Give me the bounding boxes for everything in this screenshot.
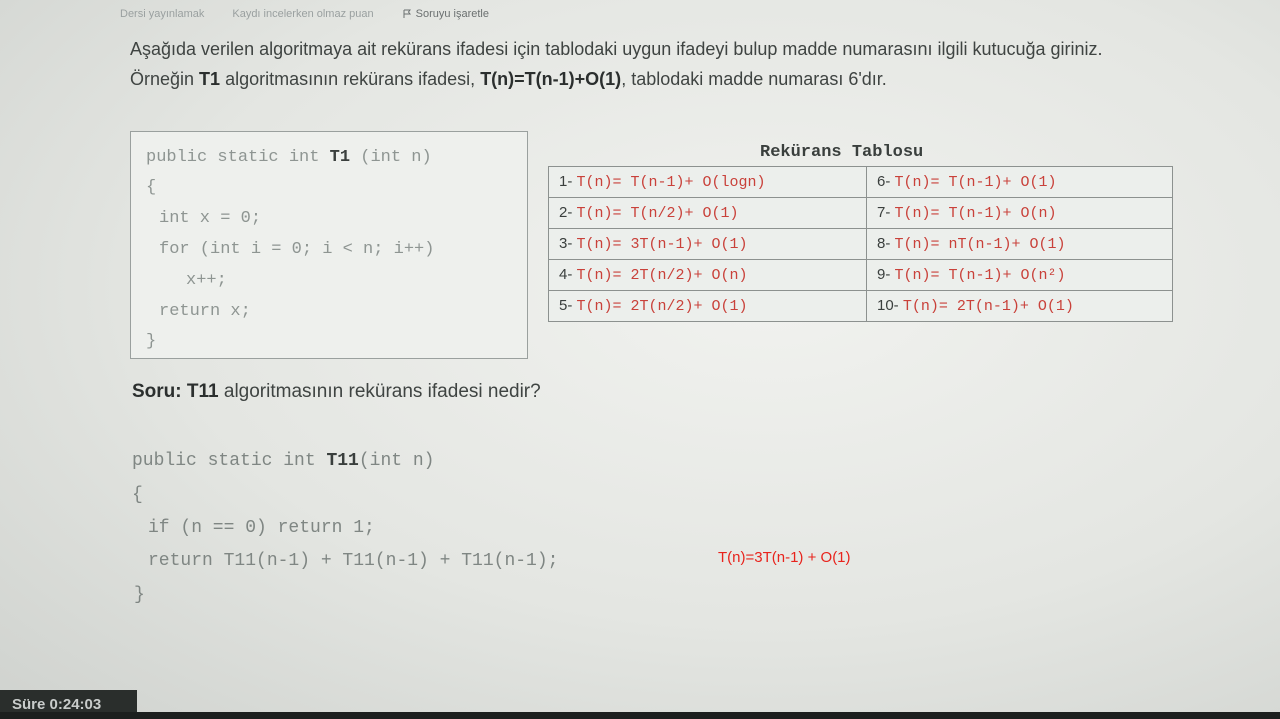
code-line: x++;	[186, 271, 227, 290]
code-line: return x;	[159, 302, 251, 321]
code-line: }	[134, 585, 145, 605]
code-line: public static int T1 (int n)	[146, 148, 432, 167]
recurrence-expression: T(n)= 2T(n-1)+ O(1)	[902, 298, 1074, 315]
table-cell: 3- T(n)= 3T(n-1)+ O(1)	[548, 228, 867, 260]
recurrence-table: 1- T(n)= T(n-1)+ O(logn) 6- T(n)= T(n-1)+…	[548, 166, 1173, 322]
table-cell: 5- T(n)= 2T(n/2)+ O(1)	[548, 290, 867, 322]
table-cell: 8- T(n)= nT(n-1)+ O(1)	[866, 228, 1173, 260]
table-row: 4- T(n)= 2T(n/2)+ O(n) 9- T(n)= T(n-1)+ O…	[548, 259, 1173, 291]
table-row: 1- T(n)= T(n-1)+ O(logn) 6- T(n)= T(n-1)+…	[548, 166, 1173, 198]
table-row: 5- T(n)= 2T(n/2)+ O(1) 10- T(n)= 2T(n-1)+…	[548, 290, 1173, 322]
flag-question-link[interactable]: Soruyu işaretle	[402, 8, 489, 20]
code-line: return T11(n-1) + T11(n-1) + T11(n-1);	[148, 551, 559, 571]
nav-item[interactable]: Dersi yayınlamak	[120, 8, 204, 20]
question-body: algoritmasının rekürans ifadesi nedir?	[218, 381, 541, 402]
table-cell: 10- T(n)= 2T(n-1)+ O(1)	[866, 290, 1173, 322]
table-cell: 6- T(n)= T(n-1)+ O(1)	[866, 166, 1173, 198]
question-text: Soru: T11 algoritmasının rekürans ifades…	[132, 381, 541, 403]
intro-algorithm-name: T1	[199, 69, 221, 89]
question-intro: Aşağıda verilen algoritmaya ait rekürans…	[130, 34, 1110, 94]
recurrence-expression: T(n)= 2T(n/2)+ O(n)	[576, 267, 748, 284]
code-line: for (int i = 0; i < n; i++)	[159, 240, 435, 259]
flag-icon	[403, 9, 411, 18]
code-line: }	[146, 332, 157, 351]
intro-text: algoritmasının rekürans ifadesi,	[220, 69, 481, 89]
recurrence-expression: T(n)= 2T(n/2)+ O(1)	[576, 298, 748, 315]
intro-example-formula: T(n)=T(n-1)+O(1)	[480, 69, 622, 89]
item-number: 9-	[877, 266, 891, 283]
item-number: 7-	[877, 204, 891, 221]
answer-annotation: T(n)=3T(n-1) + O(1)	[718, 549, 851, 566]
recurrence-expression: T(n)= T(n-1)+ O(logn)	[576, 174, 766, 191]
item-number: 2-	[559, 204, 573, 221]
nav-item[interactable]: Kaydı incelerken olmaz puan	[232, 8, 373, 20]
item-number: 1-	[559, 173, 573, 190]
item-number: 10-	[877, 297, 899, 314]
item-number: 6-	[877, 173, 891, 190]
table-row: 3- T(n)= 3T(n-1)+ O(1) 8- T(n)= nT(n-1)+ …	[548, 228, 1173, 260]
table-cell: 9- T(n)= T(n-1)+ O(n²)	[866, 259, 1173, 291]
example-code-box: public static int T1 (int n) { int x = 0…	[130, 131, 528, 359]
code-line: {	[146, 178, 157, 197]
table-row: 2- T(n)= T(n/2)+ O(1) 7- T(n)= T(n-1)+ O(…	[548, 197, 1173, 229]
recurrence-expression: T(n)= T(n-1)+ O(n)	[894, 205, 1057, 222]
code-line: public static int T11(int n)	[132, 451, 435, 471]
question-label: Soru:	[132, 381, 182, 402]
code-line: if (n == 0) return 1;	[148, 518, 375, 538]
taskbar-strip	[0, 712, 1280, 719]
code-line: int x = 0;	[159, 209, 262, 228]
code-line: {	[132, 485, 143, 505]
item-number: 5-	[559, 297, 573, 314]
top-nav: Dersi yayınlamak Kaydı incelerken olmaz …	[120, 8, 489, 20]
recurrence-expression: T(n)= nT(n-1)+ O(1)	[894, 236, 1066, 253]
item-number: 4-	[559, 266, 573, 283]
flag-question-label: Soruyu işaretle	[415, 8, 489, 20]
recurrence-expression: T(n)= T(n-1)+ O(n²)	[894, 267, 1066, 284]
recurrence-expression: T(n)= T(n/2)+ O(1)	[576, 205, 739, 222]
table-cell: 2- T(n)= T(n/2)+ O(1)	[548, 197, 867, 229]
recurrence-expression: T(n)= 3T(n-1)+ O(1)	[576, 236, 748, 253]
table-cell: 4- T(n)= 2T(n/2)+ O(n)	[548, 259, 867, 291]
table-title: Rekürans Tablosu	[760, 143, 924, 162]
item-number: 3-	[559, 235, 573, 252]
table-cell: 1- T(n)= T(n-1)+ O(logn)	[548, 166, 867, 198]
intro-text: , tablodaki madde numarası 6'dır.	[621, 69, 887, 89]
recurrence-expression: T(n)= T(n-1)+ O(1)	[894, 174, 1057, 191]
question-algorithm-name: T11	[186, 381, 219, 402]
item-number: 8-	[877, 235, 891, 252]
table-cell: 7- T(n)= T(n-1)+ O(n)	[866, 197, 1173, 229]
